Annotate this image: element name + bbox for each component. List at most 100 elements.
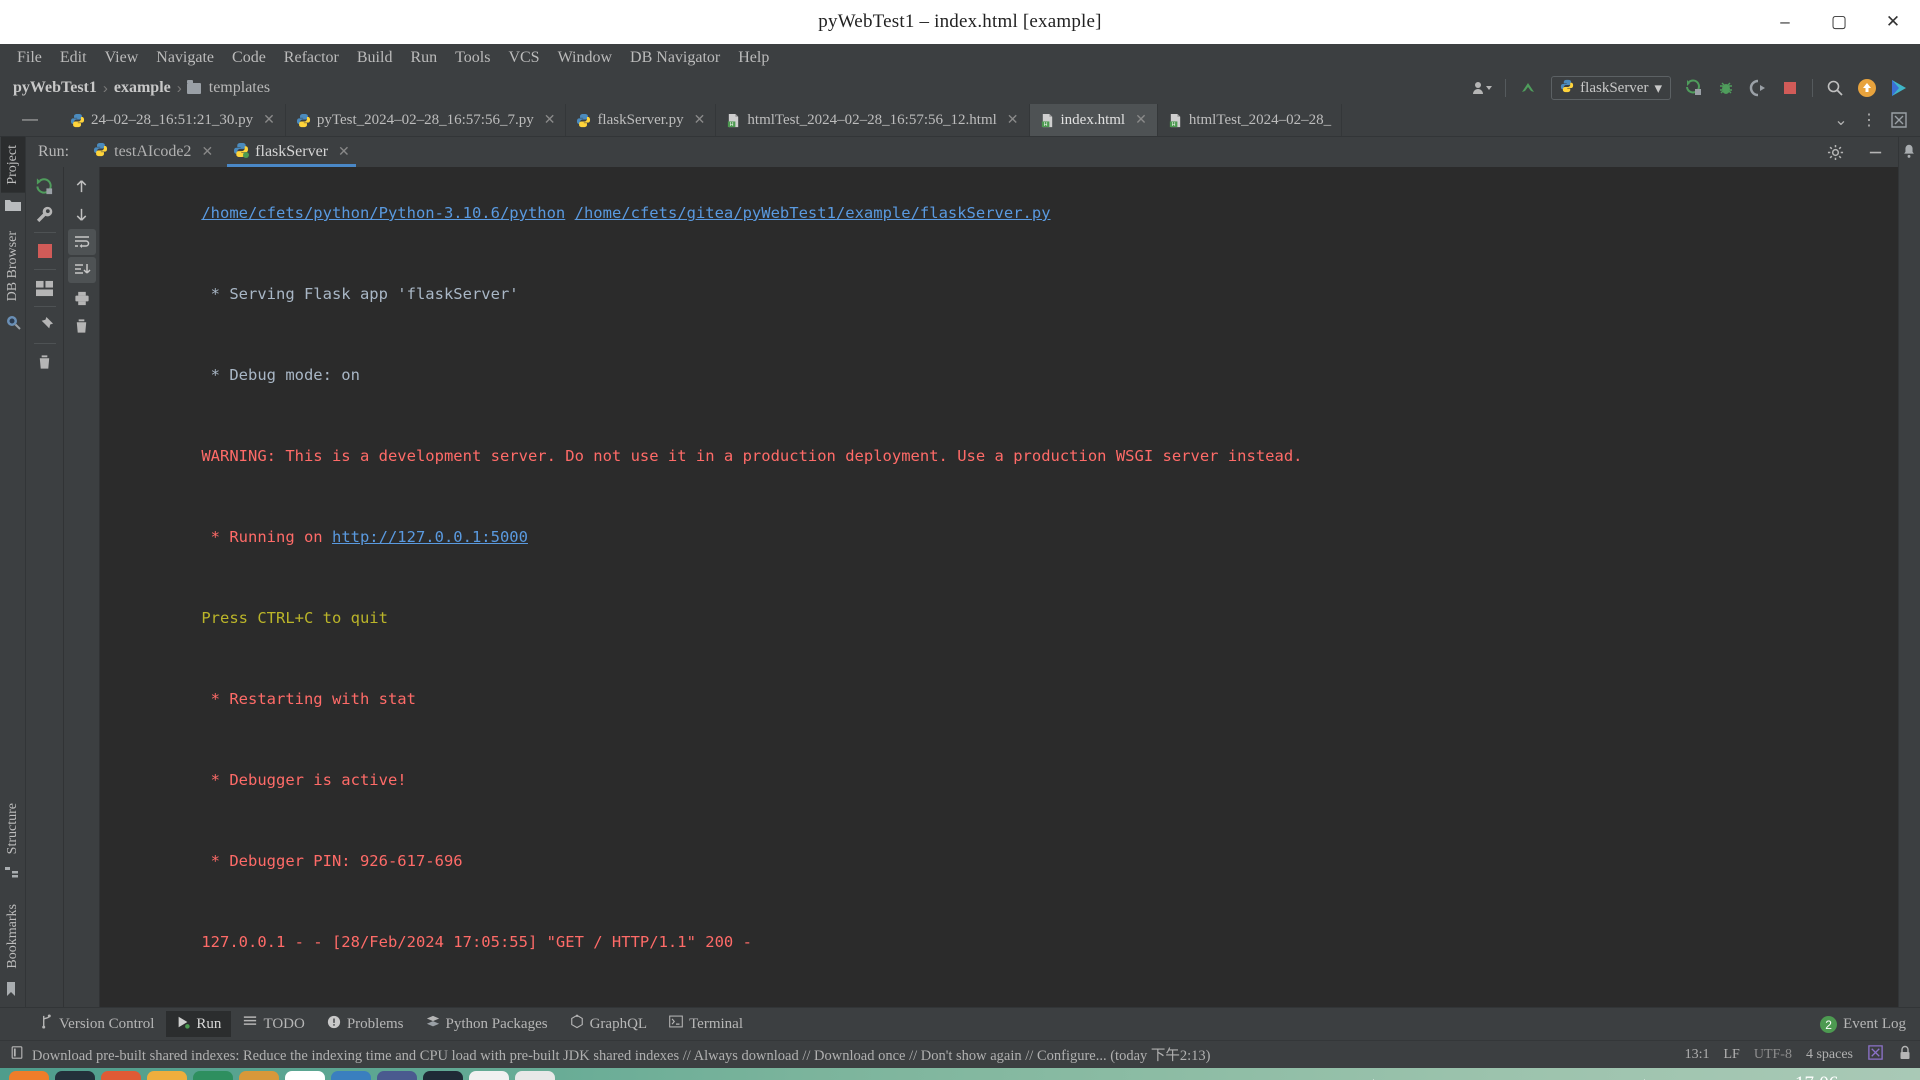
more-menu-icon[interactable]: ⋮ <box>1858 110 1880 130</box>
sidebar-tab-project[interactable]: Project <box>1 137 25 193</box>
play-icon[interactable] <box>1884 75 1914 101</box>
caret-position[interactable]: 13:1 <box>1685 1047 1710 1063</box>
run-console-output[interactable]: /home/cfets/python/Python-3.10.6/python … <box>100 167 1898 1007</box>
status-message[interactable]: Download pre-built shared indexes: Reduc… <box>32 1044 1211 1065</box>
breadcrumb-project[interactable]: pyWebTest1 <box>10 79 100 97</box>
run-configuration-selector[interactable]: flaskServer ▾ <box>1551 76 1671 100</box>
sidebar-tab-db-browser[interactable]: DB Browser <box>1 223 25 309</box>
network-icon[interactable] <box>1382 1076 1412 1080</box>
menu-build[interactable]: Build <box>348 47 402 69</box>
taskbar-app-start-menu[interactable] <box>9 1071 49 1080</box>
coverage-icon[interactable] <box>1743 75 1773 101</box>
folder-icon[interactable] <box>4 197 22 213</box>
menu-vcs[interactable]: VCS <box>499 47 548 69</box>
upload-icon[interactable] <box>1852 75 1882 101</box>
taskbar-app-pycharm[interactable] <box>423 1071 463 1080</box>
bookmark-icon[interactable] <box>4 981 22 997</box>
close-run-tab-icon-0[interactable]: ✕ <box>201 144 213 161</box>
power-icon[interactable] <box>1749 1076 1779 1080</box>
down-arrow-icon[interactable] <box>68 201 96 227</box>
wrench-icon[interactable] <box>31 201 59 227</box>
menu-tools[interactable]: Tools <box>446 47 499 69</box>
taskbar-app-ubuntu[interactable] <box>515 1071 555 1080</box>
bluetooth-icon[interactable] <box>1478 1076 1508 1080</box>
event-log-area[interactable]: 2 Event Log <box>1820 1008 1906 1041</box>
fcitx-icon[interactable] <box>1446 1076 1476 1080</box>
pin-icon[interactable] <box>31 312 59 338</box>
taskbar-app-chrome[interactable] <box>469 1071 509 1080</box>
chevron-down-icon[interactable]: ⌄ <box>1828 110 1854 130</box>
bottom-tab-version-control[interactable]: Version Control <box>30 1011 164 1037</box>
update-arrow-icon[interactable] <box>1513 75 1543 101</box>
lock-icon[interactable] <box>1898 1045 1912 1066</box>
close-tab-icon-0[interactable]: ✕ <box>263 112 275 129</box>
rerun-icon[interactable] <box>31 173 59 199</box>
scroll-to-end-icon[interactable] <box>68 257 96 283</box>
close-run-tab-icon-1[interactable]: ✕ <box>338 144 350 161</box>
line-separator[interactable]: LF <box>1723 1047 1739 1063</box>
taskbar-app-files[interactable] <box>101 1071 141 1080</box>
console-link-script[interactable]: /home/cfets/gitea/pyWebTest1/example/fla… <box>575 204 1051 222</box>
menu-view[interactable]: View <box>96 47 148 69</box>
menu-navigate[interactable]: Navigate <box>147 47 223 69</box>
bottom-tab-run[interactable]: Run <box>166 1011 231 1037</box>
close-tab-icon-4[interactable]: ✕ <box>1135 112 1147 129</box>
menu-window[interactable]: Window <box>549 47 621 69</box>
taskbar-app-terminal[interactable] <box>55 1071 95 1080</box>
menu-code[interactable]: Code <box>223 47 275 69</box>
close-tab-icon-3[interactable]: ✕ <box>1007 112 1019 129</box>
print-icon[interactable] <box>68 285 96 311</box>
collapse-tabs-button[interactable]: — <box>0 104 60 136</box>
taskbar-app-camera[interactable] <box>331 1071 371 1080</box>
indent-setting[interactable]: 4 spaces <box>1806 1047 1853 1063</box>
notifications-icon[interactable] <box>1901 143 1919 159</box>
menu-help[interactable]: Help <box>729 47 778 69</box>
minimize-panel-icon[interactable] <box>1860 139 1890 165</box>
close-tab-icon-1[interactable]: ✕ <box>544 112 556 129</box>
gear-icon[interactable] <box>1820 139 1850 165</box>
notification-bell-icon[interactable] <box>1886 1076 1916 1080</box>
taskbar-app-mail[interactable] <box>239 1071 279 1080</box>
onscreen-keyboard-icon[interactable] <box>1685 1076 1715 1080</box>
expand-tray-icon[interactable] <box>1606 1076 1636 1080</box>
sidebar-tab-structure[interactable]: Structure <box>1 795 25 862</box>
wifi-icon[interactable] <box>1574 1076 1604 1080</box>
debug-icon[interactable] <box>1711 75 1741 101</box>
structure-icon[interactable] <box>4 866 22 882</box>
menu-db-navigator[interactable]: DB Navigator <box>621 47 729 69</box>
editor-tab-3[interactable]: H htmlTest_2024–02–28_16:57:56_12.html ✕ <box>716 104 1029 136</box>
bottom-tab-python-packages[interactable]: Python Packages <box>416 1011 558 1037</box>
sound-visualizer-icon[interactable] <box>1717 1076 1747 1080</box>
close-tab-icon-2[interactable]: ✕ <box>694 112 706 129</box>
search-icon[interactable] <box>1653 1076 1683 1080</box>
layout-icon[interactable] <box>31 275 59 301</box>
breadcrumb-folder[interactable]: templates <box>206 79 273 97</box>
stop-icon[interactable] <box>1775 75 1805 101</box>
taskbar-app-music[interactable] <box>193 1071 233 1080</box>
run-icon[interactable] <box>1679 75 1709 101</box>
run-tab-flaskserver[interactable]: flaskServer ✕ <box>227 137 356 167</box>
maximize-button[interactable]: ▢ <box>1812 0 1866 44</box>
taskbar-app-editor[interactable] <box>377 1071 417 1080</box>
trash-icon[interactable] <box>1854 1076 1884 1080</box>
idea-icon[interactable] <box>1867 1044 1884 1066</box>
bottom-tab-terminal[interactable]: Terminal <box>659 1011 753 1037</box>
console-link-url[interactable]: http://127.0.0.1:5000 <box>332 528 528 546</box>
console-link-python[interactable]: /home/cfets/python/Python-3.10.6/python <box>201 204 565 222</box>
run-tab-testaicode2[interactable]: testAIcode2 ✕ <box>87 137 219 167</box>
menu-run[interactable]: Run <box>401 47 446 69</box>
editor-tab-5[interactable]: H htmlTest_2024–02–28_ <box>1158 104 1342 136</box>
menu-file[interactable]: File <box>8 47 51 69</box>
clear-all-icon[interactable] <box>68 313 96 339</box>
editor-tab-1[interactable]: pyTest_2024–02–28_16:57:56_7.py ✕ <box>286 104 567 136</box>
breadcrumb-module[interactable]: example <box>111 79 174 97</box>
menu-refactor[interactable]: Refactor <box>275 47 348 69</box>
delete-icon[interactable] <box>31 349 59 375</box>
keyboard-layout-icon[interactable] <box>1414 1076 1444 1080</box>
search-icon[interactable] <box>1820 75 1850 101</box>
chevron-down-icon[interactable]: ▾ <box>1654 79 1662 98</box>
taskbar-app-store[interactable] <box>147 1071 187 1080</box>
bottom-tab-graphql[interactable]: GraphQL <box>560 1011 657 1037</box>
bottom-tab-problems[interactable]: Problems <box>317 1011 414 1037</box>
user-dropdown-icon[interactable] <box>1468 75 1498 101</box>
